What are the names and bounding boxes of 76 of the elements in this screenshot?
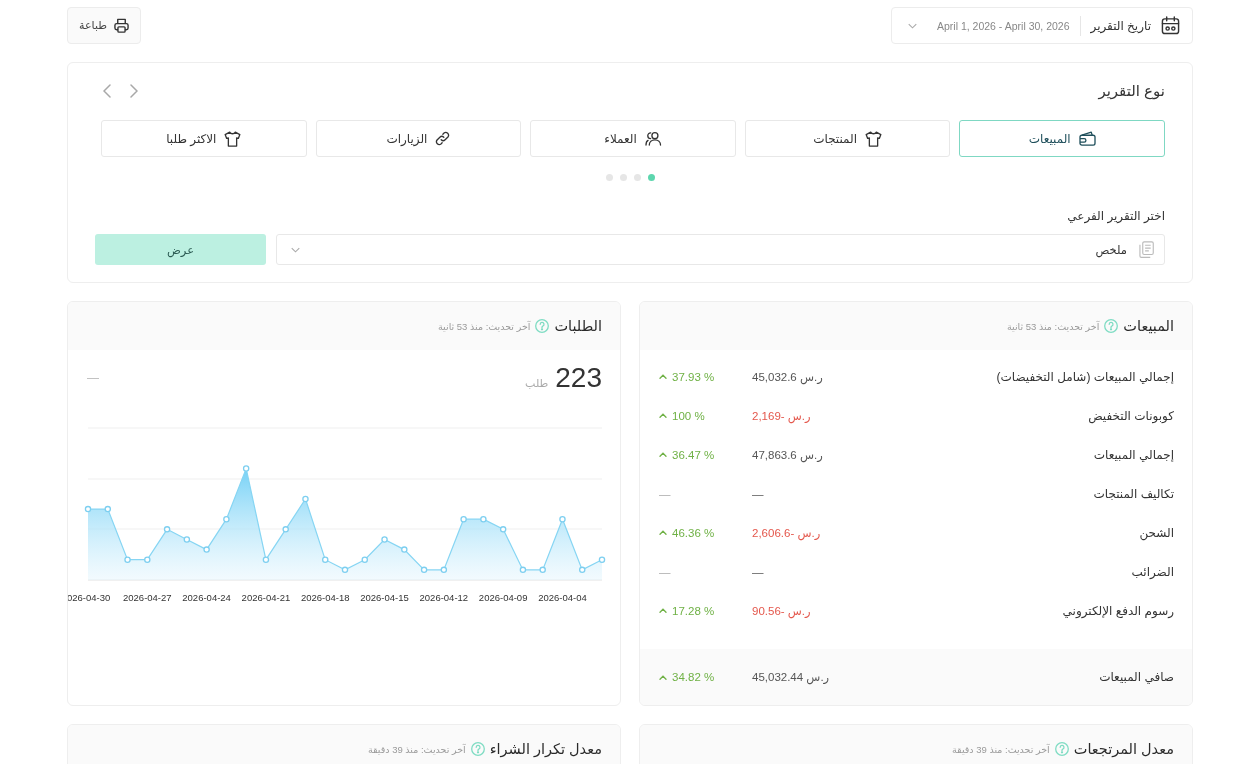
metric-value: ر.س -2,169: [752, 408, 811, 423]
help-icon[interactable]: [1104, 319, 1119, 333]
section-title: نوع التقرير: [1098, 82, 1165, 100]
metric-label: رسوم الدفع الإلكتروني: [1062, 603, 1174, 618]
shirt-icon: [865, 130, 883, 147]
change-percent: 17.28 %: [672, 604, 715, 617]
metric-label: إجمالي المبيعات: [1093, 447, 1174, 462]
date-label: 2026-04-21: [241, 592, 291, 603]
metric-value: ر.س 45,032.44: [752, 670, 830, 684]
metric-label: صافي المبيعات: [1099, 670, 1174, 684]
chevron-left-icon[interactable]: [103, 84, 111, 98]
card-title: معدل المرتجعات: [1073, 741, 1174, 757]
metric-value: ر.س 45,032.6: [752, 369, 823, 384]
metric-value: —: [752, 565, 764, 578]
date-range-value: April 1, 2026 - April 30, 2026: [937, 19, 1070, 32]
card-title: المبيعات: [1123, 318, 1174, 334]
unit-label: طلب: [525, 377, 549, 390]
page-dot[interactable]: [619, 174, 627, 181]
sub-report-select[interactable]: ملخص: [276, 234, 1165, 265]
metric-label: إجمالي المبيعات (شامل التخفيضات): [996, 369, 1174, 384]
date-range-label: تاريخ التقرير: [1090, 18, 1151, 33]
help-icon[interactable]: [470, 742, 485, 756]
change-percent: 37.93 %: [672, 370, 715, 383]
help-icon[interactable]: [535, 319, 550, 333]
metric-value: —: [752, 487, 764, 500]
last-updated-text: آخر تحديث: منذ 53 ثانية: [438, 320, 531, 332]
date-label: 2026-04-15: [360, 592, 409, 603]
comparison-value: —: [87, 371, 99, 385]
last-updated-text: آخر تحديث: منذ 39 دقيقة: [952, 743, 1050, 755]
report-tab[interactable]: المبيعات: [959, 120, 1165, 157]
change-percent: 36.47 %: [672, 448, 715, 461]
order-count: 223: [555, 364, 602, 392]
date-label: 2026-04-04: [538, 592, 587, 603]
change-percent: —: [659, 565, 671, 578]
print-button[interactable]: طباعة: [67, 7, 141, 44]
chevron-down-icon: [291, 246, 300, 253]
view-button[interactable]: عرض: [95, 234, 266, 265]
last-updated-text: آخر تحديث: منذ 39 دقيقة: [367, 743, 466, 755]
change-percent: 46.36 %: [672, 526, 715, 539]
page-dot[interactable]: [633, 174, 641, 181]
metric-label: الشحن: [1139, 525, 1174, 540]
date-label: 2026-04-09: [478, 592, 528, 603]
metric-label: الضرائب: [1131, 564, 1174, 579]
metric-value: ر.س 47,863.6: [752, 447, 823, 462]
change-percent: 100 %: [672, 409, 705, 422]
report-tab[interactable]: الزيارات: [315, 120, 522, 157]
report-tab[interactable]: العملاء: [530, 120, 736, 157]
link-icon: [435, 131, 451, 146]
shirt-icon: [224, 130, 242, 147]
date-label: 026-04-30: [68, 592, 111, 603]
metric-label: كوبونات التخفيض: [1088, 408, 1174, 423]
last-updated-text: آخر تحديث: منذ 53 ثانية: [1006, 320, 1100, 332]
report-tab[interactable]: المنتجات: [744, 120, 951, 157]
change-percent: —: [659, 487, 671, 500]
page-dot[interactable]: [605, 174, 613, 181]
printer-icon: [113, 18, 129, 33]
change-percent: 34.82 %: [672, 671, 715, 683]
metric-value: ر.س -90.56: [752, 603, 811, 618]
date-label: 2026-04-18: [300, 592, 350, 603]
calendar-icon: [1161, 16, 1180, 35]
date-label: 2026-04-24: [182, 592, 231, 603]
wallet-icon: [1078, 131, 1096, 146]
users-icon: [644, 131, 662, 146]
help-icon[interactable]: [1054, 742, 1069, 756]
document-icon: [1139, 241, 1154, 258]
metric-label: تكاليف المنتجات: [1093, 486, 1174, 501]
field-label: اختر التقرير الفرعي: [1067, 208, 1165, 225]
card-title: معدل تكرار الشراء: [489, 741, 602, 757]
report-tab[interactable]: الاكثر طلبا: [101, 120, 307, 157]
date-label: 2026-04-27: [123, 592, 172, 603]
metric-value: ر.س -2,606.6: [752, 525, 821, 540]
card-title: الطلبات: [554, 318, 602, 334]
chevron-right-icon[interactable]: [130, 84, 138, 98]
date-label: 2026-04-12: [419, 592, 469, 603]
page-dot[interactable]: [647, 174, 655, 181]
chevron-down-icon: [908, 22, 917, 29]
